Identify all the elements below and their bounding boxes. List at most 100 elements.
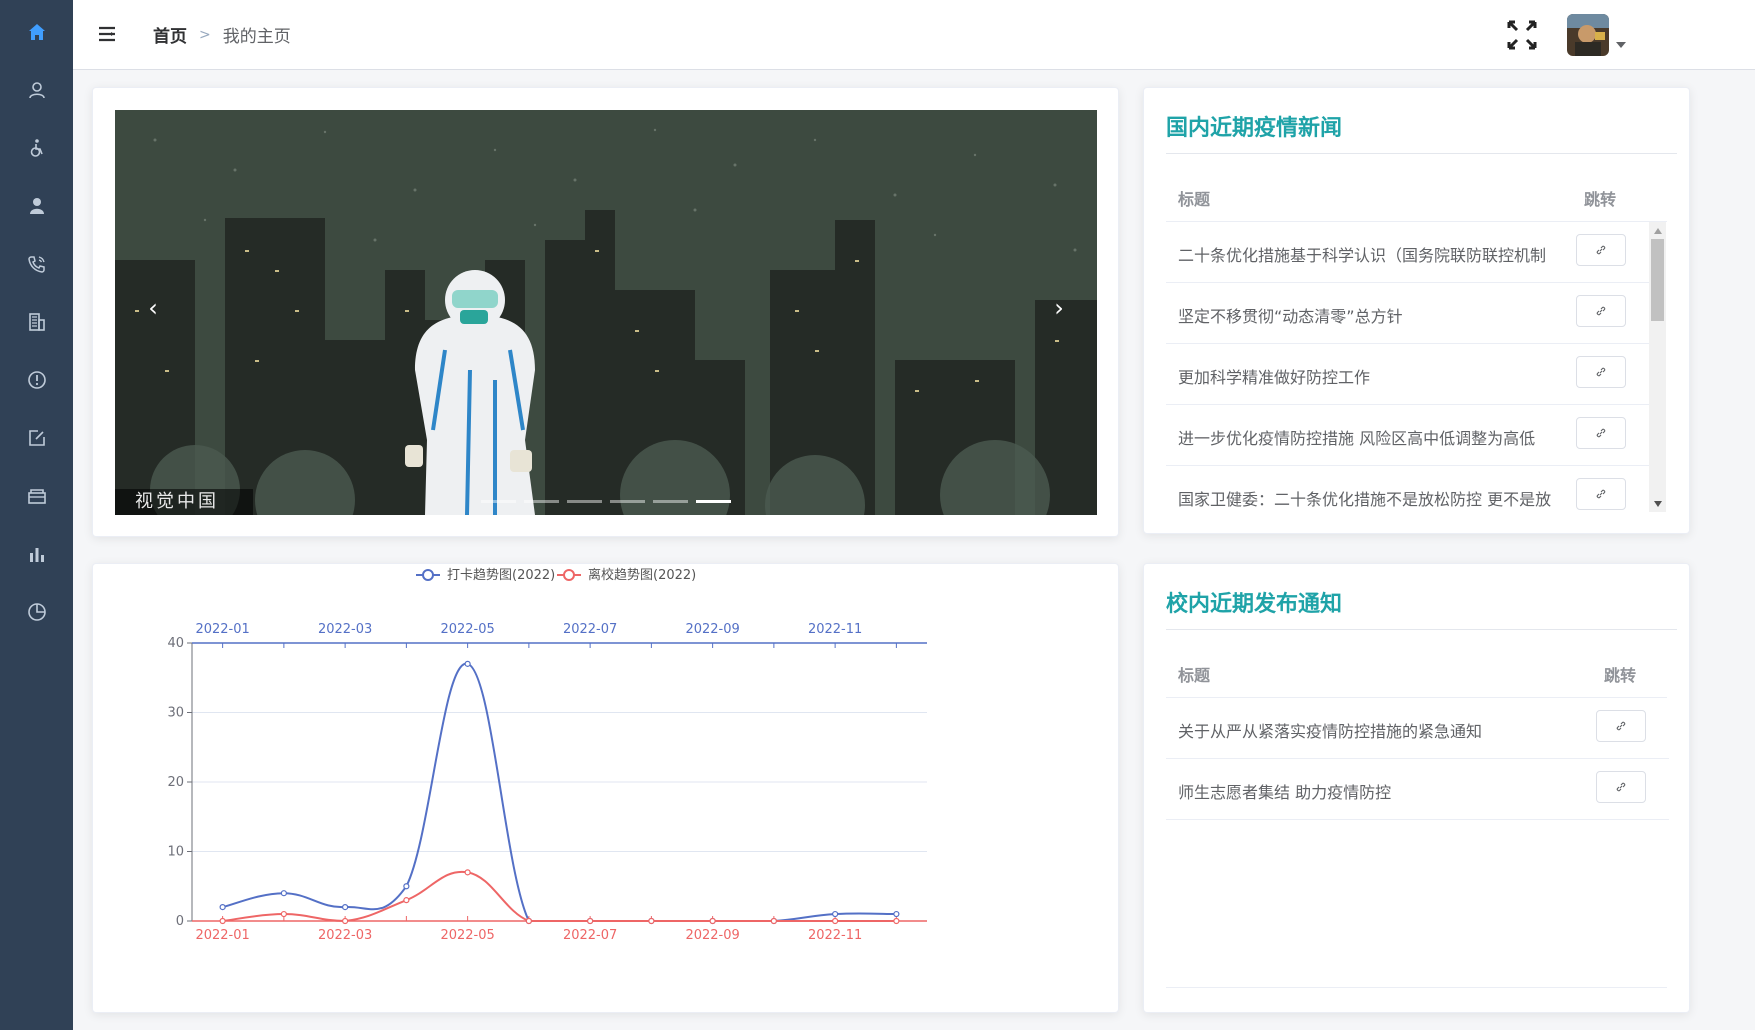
data-point	[403, 897, 410, 904]
table-row: 国家卫健委：二十条优化措施不是放松防控 更不是放	[1166, 466, 1662, 512]
data-point	[464, 660, 471, 667]
carousel-indicators	[481, 500, 731, 503]
jump-link-button[interactable]	[1576, 356, 1626, 388]
link-icon	[1596, 428, 1606, 438]
link-icon	[1596, 306, 1606, 316]
top-x-tick-label: 2022-03	[318, 622, 372, 637]
link-icon	[1616, 721, 1626, 731]
jump-link-button[interactable]	[1596, 771, 1646, 803]
bottom-x-tick-label: 2022-09	[685, 928, 739, 943]
data-point	[342, 904, 349, 911]
pie-chart-icon	[27, 603, 46, 621]
avatar[interactable]	[1567, 14, 1609, 56]
divider	[1166, 629, 1677, 630]
carousel-slide-image	[115, 110, 1097, 515]
column-header-jump: 跳转	[1604, 666, 1637, 685]
table-row: 更加科学精准做好防控工作	[1166, 344, 1662, 405]
carousel-indicator[interactable]	[524, 500, 559, 503]
notice-title: 师生志愿者集结 助力疫情防控	[1178, 783, 1392, 802]
breadcrumb-home[interactable]: 首页	[153, 22, 187, 47]
user-outline-icon	[28, 82, 45, 99]
building-icon	[28, 313, 45, 331]
data-point	[464, 869, 471, 876]
column-header-jump: 跳转	[1584, 190, 1617, 209]
y-tick-label: 10	[167, 845, 184, 860]
carousel-prev-button[interactable]: ‹	[135, 290, 171, 326]
jump-link-button[interactable]	[1576, 295, 1626, 327]
data-point	[832, 910, 839, 918]
sidebar-item-user[interactable]	[0, 174, 73, 238]
data-point	[525, 917, 532, 925]
sidebar-item-box[interactable]	[0, 464, 73, 528]
data-point	[648, 917, 655, 925]
legend-marker	[422, 569, 434, 581]
sidebar-item-phone[interactable]	[0, 232, 73, 296]
chevron-down-icon[interactable]	[1616, 42, 1626, 48]
y-tick-label: 30	[167, 706, 184, 721]
data-point	[587, 917, 594, 925]
data-point	[893, 910, 900, 918]
jump-link-button[interactable]	[1576, 417, 1626, 449]
top-x-tick-label: 2022-11	[808, 622, 862, 637]
carousel-next-button[interactable]: ›	[1041, 290, 1077, 326]
sidebar	[0, 0, 73, 1030]
link-icon	[1596, 489, 1606, 499]
news-scrollbar[interactable]	[1649, 222, 1666, 512]
scroll-down-icon[interactable]	[1649, 495, 1666, 512]
carousel-indicator[interactable]	[481, 500, 516, 503]
wheelchair-icon	[30, 139, 43, 157]
campus-notice-card: 校内近期发布通知 标题 跳转 关于从严从紧落实疫情防控措施的紧急通知 师生志愿者…	[1143, 563, 1690, 1013]
data-point	[403, 883, 410, 890]
carousel-indicator[interactable]	[610, 500, 645, 503]
notice-panel-title: 校内近期发布通知	[1166, 592, 1343, 617]
divider	[1166, 987, 1667, 988]
info-icon	[27, 371, 46, 389]
sidebar-item-analytics[interactable]	[0, 580, 73, 644]
table-row: 二十条优化措施基于科学认识（国务院联防联控机制	[1166, 222, 1662, 283]
table-row: 进一步优化疫情防控措施 风险区高中低调整为高低	[1166, 405, 1662, 466]
notice-title: 关于从严从紧落实疫情防控措施的紧急通知	[1178, 722, 1483, 741]
data-point	[893, 917, 900, 925]
scroll-thumb[interactable]	[1651, 239, 1664, 321]
image-carousel[interactable]: ‹ › 视觉中国	[115, 110, 1097, 515]
legend-label: 打卡趋势图(2022)	[447, 567, 555, 583]
sidebar-item-building[interactable]	[0, 290, 73, 354]
jump-link-button[interactable]	[1576, 234, 1626, 266]
series-line	[222, 870, 897, 923]
top-x-tick-label: 2022-09	[685, 622, 739, 637]
carousel-indicator[interactable]	[653, 500, 688, 503]
trend-line-chart: 0 10 20 30 40 2022-01 2022-01 2022-03 2022-03 202…	[167, 567, 927, 943]
sidebar-item-edit[interactable]	[0, 406, 73, 470]
news-panel-title: 国内近期疫情新闻	[1166, 116, 1343, 141]
news-title: 二十条优化措施基于科学认识（国务院联防联控机制	[1178, 246, 1547, 265]
legend-marker	[563, 569, 575, 581]
y-tick-label: 20	[167, 775, 184, 790]
y-tick-label: 40	[167, 636, 184, 651]
notice-table-body: 关于从严从紧落实疫情防控措施的紧急通知 师生志愿者集结 助力疫情防控	[1166, 698, 1669, 828]
breadcrumb: 首页 > 我的主页	[153, 22, 291, 48]
hamburger-menu-icon[interactable]	[97, 24, 117, 44]
sidebar-item-user-profile[interactable]	[0, 58, 73, 122]
news-title: 国家卫健委：二十条优化措施不是放松防控 更不是放	[1178, 490, 1552, 509]
news-table-body: 二十条优化措施基于科学认识（国务院联防联控机制 坚定不移贯彻“动态清零”总方针 …	[1166, 222, 1662, 512]
news-title: 坚定不移贯彻“动态清零”总方针	[1178, 307, 1403, 326]
column-header-title: 标题	[1178, 666, 1211, 685]
jump-link-button[interactable]	[1596, 710, 1646, 742]
table-row: 师生志愿者集结 助力疫情防控	[1166, 759, 1669, 820]
sidebar-item-stats[interactable]	[0, 522, 73, 586]
scroll-up-icon[interactable]	[1649, 222, 1666, 239]
jump-link-button[interactable]	[1576, 478, 1626, 510]
home-icon	[28, 24, 45, 40]
sidebar-item-home[interactable]	[0, 0, 73, 64]
top-x-tick-label: 2022-01	[195, 622, 249, 637]
sidebar-item-info[interactable]	[0, 348, 73, 412]
fullscreen-icon[interactable]	[1505, 18, 1539, 52]
series-line	[222, 662, 897, 922]
box-icon	[27, 489, 46, 504]
bottom-x-tick-label: 2022-11	[808, 928, 862, 943]
carousel-indicator-active[interactable]	[696, 500, 731, 503]
breadcrumb-separator: >	[199, 26, 211, 43]
bottom-x-tick-label: 2022-05	[440, 928, 494, 943]
carousel-indicator[interactable]	[567, 500, 602, 503]
sidebar-item-accessibility[interactable]	[0, 116, 73, 180]
